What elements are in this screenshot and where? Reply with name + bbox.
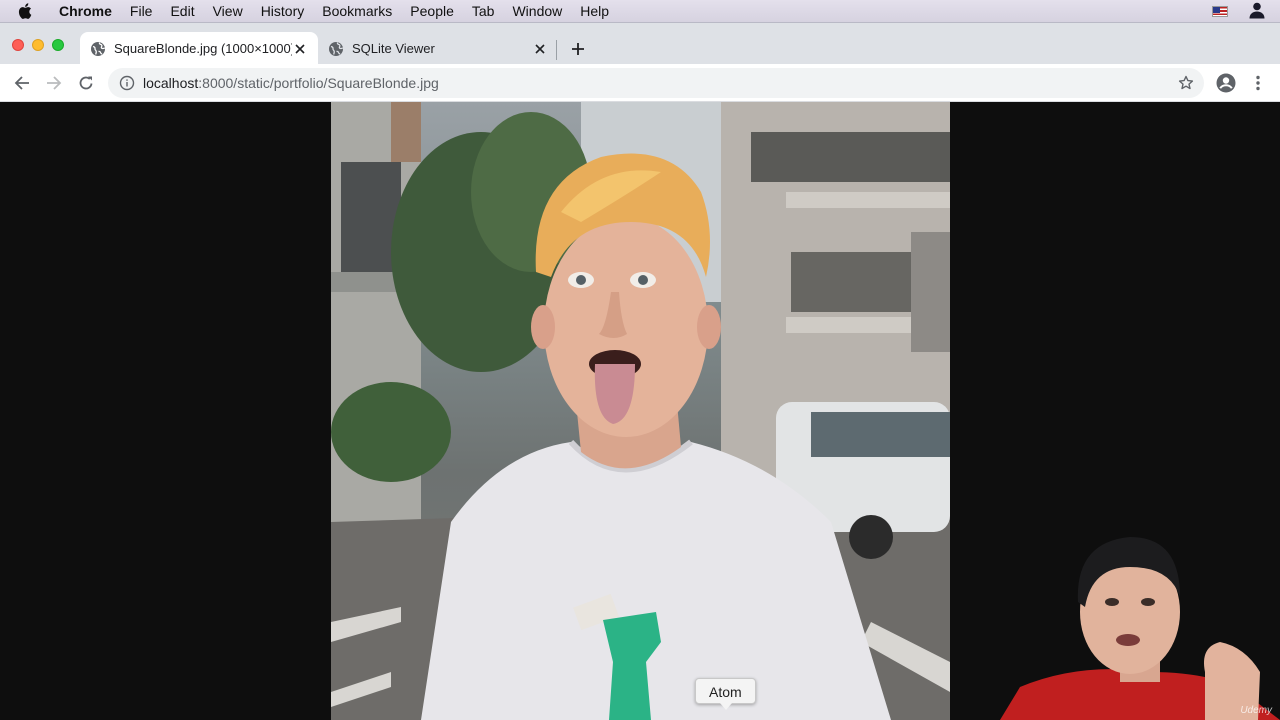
menu-window[interactable]: Window	[503, 0, 571, 22]
watermark-text: Udemy	[1240, 705, 1272, 716]
user-silhouette-icon[interactable]	[1248, 1, 1266, 22]
url-path: :8000/static/portfolio/SquareBlonde.jpg	[198, 75, 439, 91]
globe-icon	[328, 41, 344, 57]
menu-app-chrome[interactable]: Chrome	[50, 0, 121, 22]
tab-title: SquareBlonde.jpg (1000×1000)	[114, 41, 292, 56]
tab-title: SQLite Viewer	[352, 41, 435, 56]
plus-icon	[572, 43, 584, 55]
menu-edit[interactable]: Edit	[161, 0, 203, 22]
reload-button[interactable]	[76, 73, 96, 93]
star-icon[interactable]	[1178, 75, 1194, 91]
account-icon	[1216, 73, 1236, 93]
info-icon[interactable]	[119, 75, 135, 91]
forward-button[interactable]	[44, 73, 64, 93]
minimize-window-button[interactable]	[32, 39, 44, 51]
menu-bookmarks[interactable]: Bookmarks	[313, 0, 401, 22]
reload-icon	[79, 76, 93, 90]
menu-view[interactable]: View	[204, 0, 252, 22]
menu-history[interactable]: History	[252, 0, 314, 22]
macos-menubar: Chrome File Edit View History Bookmarks …	[0, 0, 1280, 22]
account-button[interactable]	[1216, 73, 1236, 93]
back-arrow-icon	[14, 76, 29, 90]
menubar-status-area	[1212, 0, 1266, 22]
address-bar[interactable]: localhost:8000/static/portfolio/SquareBl…	[108, 68, 1204, 98]
chrome-menu-button[interactable]	[1248, 73, 1268, 93]
menu-people[interactable]: People	[401, 0, 463, 22]
kebab-menu-icon	[1256, 75, 1260, 91]
close-tab-icon[interactable]	[292, 41, 308, 57]
image-viewer: Udemy Atom	[0, 102, 1280, 720]
tab-separator	[556, 40, 557, 60]
close-window-button[interactable]	[12, 39, 24, 51]
browser-toolbar: localhost:8000/static/portfolio/SquareBl…	[0, 64, 1280, 102]
new-tab-button[interactable]	[568, 39, 588, 59]
apple-icon[interactable]	[18, 3, 40, 19]
zoom-window-button[interactable]	[52, 39, 64, 51]
forward-arrow-icon	[47, 76, 62, 90]
menu-help[interactable]: Help	[571, 0, 618, 22]
photo[interactable]	[331, 102, 950, 720]
webcam-overlay: Udemy	[1000, 522, 1280, 720]
tab-sqlite-viewer[interactable]: SQLite Viewer	[318, 32, 558, 65]
tab-squareblonde[interactable]: SquareBlonde.jpg (1000×1000)	[80, 32, 318, 65]
us-flag-icon[interactable]	[1212, 5, 1228, 17]
window-controls	[12, 39, 64, 51]
url-host: localhost	[143, 75, 199, 91]
menu-file[interactable]: File	[121, 0, 162, 22]
globe-icon	[90, 41, 106, 57]
close-tab-icon[interactable]	[532, 41, 548, 57]
dock-tooltip: Atom	[695, 678, 756, 710]
tab-strip: SquareBlonde.jpg (1000×1000) SQLite View…	[0, 22, 1280, 65]
menu-tab[interactable]: Tab	[463, 0, 504, 22]
url-text: localhost:8000/static/portfolio/SquareBl…	[143, 75, 439, 91]
back-button[interactable]	[12, 73, 32, 93]
